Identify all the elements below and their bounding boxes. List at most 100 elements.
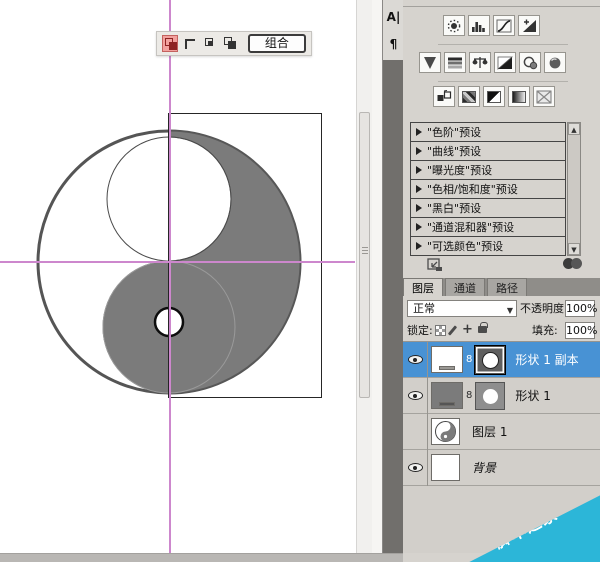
opacity-label: 不透明度: [520, 300, 568, 317]
link-icon: 8 [466, 390, 472, 401]
gradient-map-icon[interactable] [508, 86, 530, 107]
mini-yinyang [432, 419, 459, 444]
layer-row-shape1[interactable]: 8 形状 1 [403, 378, 600, 414]
vector-mask-thumbnail[interactable] [475, 346, 505, 374]
adjustments-separator [438, 44, 568, 45]
posterize-icon[interactable] [458, 86, 480, 107]
exclude-overlapping-shapes-icon[interactable] [162, 35, 178, 52]
preset-item-black-white[interactable]: "黑白"预设 [411, 199, 565, 218]
expand-triangle-icon[interactable] [416, 166, 422, 174]
invert-icon[interactable] [433, 86, 455, 107]
preset-item-curves[interactable]: "曲线"预设 [411, 142, 565, 161]
icon-square-filled [208, 41, 213, 46]
selective-color-icon[interactable] [533, 86, 555, 107]
preset-list-scrollbar[interactable]: ▲ ▼ [567, 122, 581, 256]
panel-view-toggle-icon[interactable] [427, 258, 443, 272]
lock-row: 锁定: + 填充: 100% [403, 322, 600, 340]
tab-layers[interactable]: 图层 [403, 278, 443, 296]
lock-transparency-icon[interactable] [435, 325, 446, 336]
adjustments-row-3 [433, 86, 555, 107]
collapsed-panel-dock: A| ¶ [382, 0, 403, 553]
black-and-white-icon[interactable] [494, 52, 516, 73]
visibility-cell[interactable] [403, 378, 428, 414]
visibility-cell[interactable] [403, 450, 428, 486]
layer-name: 背景 [472, 459, 496, 476]
scrollbar-thumb[interactable] [359, 112, 370, 398]
canvas-vertical-scrollbar[interactable] [356, 0, 372, 553]
channel-mixer-icon[interactable] [544, 52, 566, 73]
vertical-guide[interactable] [169, 0, 171, 553]
adjustment-presets-list: "色阶"预设 "曲线"预设 "曝光度"预设 "色相/饱和度"预设 "黑白"预设 … [410, 122, 566, 256]
visibility-cell[interactable] [403, 342, 428, 378]
preset-label: "可选颜色"预设 [427, 238, 503, 254]
chevron-down-icon: ▼ [507, 303, 513, 318]
fill-field[interactable]: 100% [565, 322, 595, 339]
photo-filter-icon[interactable] [519, 52, 541, 73]
expand-triangle-icon[interactable] [416, 204, 422, 212]
tab-channels[interactable]: 通道 [445, 278, 485, 296]
expand-triangle-icon[interactable] [416, 185, 422, 193]
expand-triangle-icon[interactable] [416, 128, 422, 136]
scroll-down-icon[interactable]: ▼ [568, 243, 580, 255]
preset-label: "色阶"预设 [427, 124, 481, 140]
layer-thumbnail[interactable] [431, 382, 463, 409]
expand-triangle-icon[interactable] [416, 242, 422, 250]
shape-path-bounding-rect[interactable] [168, 113, 322, 398]
scroll-up-icon[interactable]: ▲ [568, 123, 580, 135]
curves-icon[interactable] [493, 15, 515, 36]
shape-style-bar [439, 366, 455, 370]
preset-item-levels[interactable]: "色阶"预设 [411, 123, 565, 142]
preset-item-exposure[interactable]: "曝光度"预设 [411, 161, 565, 180]
canvas-bottom-scrollbar[interactable] [0, 553, 403, 562]
layer-row-layer1[interactable]: 图层 1 [403, 414, 600, 450]
expand-triangle-icon[interactable] [416, 223, 422, 231]
lock-all-icon[interactable] [478, 326, 487, 333]
vector-mask-thumbnail[interactable] [475, 382, 505, 410]
preset-item-hue-saturation[interactable]: "色相/饱和度"预设 [411, 180, 565, 199]
preset-item-channel-mixer[interactable]: "通道混和器"预设 [411, 218, 565, 237]
icon-square-front [228, 41, 236, 49]
layer-thumbnail[interactable] [431, 454, 460, 481]
add-to-shape-icon[interactable] [222, 35, 238, 52]
lock-position-icon[interactable]: + [462, 322, 473, 337]
posterize-glyph [462, 91, 476, 103]
combine-button[interactable]: 组合 [248, 34, 306, 53]
threshold-icon[interactable] [483, 86, 505, 107]
tab-paths[interactable]: 路径 [487, 278, 527, 296]
expand-triangle-icon[interactable] [416, 147, 422, 155]
mask-shape [483, 389, 498, 404]
threshold-glyph [487, 91, 501, 103]
color-balance-icon[interactable] [469, 52, 491, 73]
panel-divider [403, 6, 600, 7]
switch-panel-icon[interactable] [563, 256, 587, 271]
intersect-shapes-icon[interactable] [202, 35, 218, 52]
vibrance-icon[interactable] [419, 52, 441, 73]
preset-label: "曝光度"预设 [427, 162, 492, 178]
opacity-field[interactable]: 100% [565, 300, 595, 317]
adjustments-separator [438, 81, 568, 82]
exposure-icon[interactable] [518, 15, 540, 36]
character-panel-icon[interactable]: A| [385, 7, 402, 27]
eye-icon [408, 463, 423, 472]
blend-mode-select[interactable]: 正常 ▼ [407, 300, 517, 317]
subtract-from-shape-icon[interactable] [182, 35, 198, 52]
lock-pixels-icon[interactable] [448, 325, 457, 335]
visibility-cell-empty[interactable] [403, 414, 428, 450]
layer-thumbnail[interactable] [431, 346, 463, 373]
document-canvas[interactable]: 组合 [0, 0, 356, 553]
preset-label: "曲线"预设 [427, 143, 481, 159]
layer-name: 形状 1 [515, 387, 550, 404]
horizontal-guide[interactable] [0, 261, 355, 263]
icon-corner-glyph [185, 39, 195, 49]
hue-saturation-icon[interactable] [444, 52, 466, 73]
brightness-contrast-icon[interactable] [443, 15, 465, 36]
layer-row-background[interactable]: 背景 [403, 450, 600, 486]
paragraph-panel-icon[interactable]: ¶ [385, 34, 402, 54]
pasteboard [372, 0, 382, 553]
scrollbar-grip [362, 247, 368, 255]
layer-thumbnail[interactable] [431, 418, 460, 445]
levels-icon[interactable] [468, 15, 490, 36]
layer-row-shape1-copy[interactable]: 8 形状 1 副本 [403, 342, 600, 378]
preset-label: "通道混和器"预设 [427, 219, 514, 235]
preset-item-selective-color[interactable]: "可选颜色"预设 [411, 237, 565, 255]
